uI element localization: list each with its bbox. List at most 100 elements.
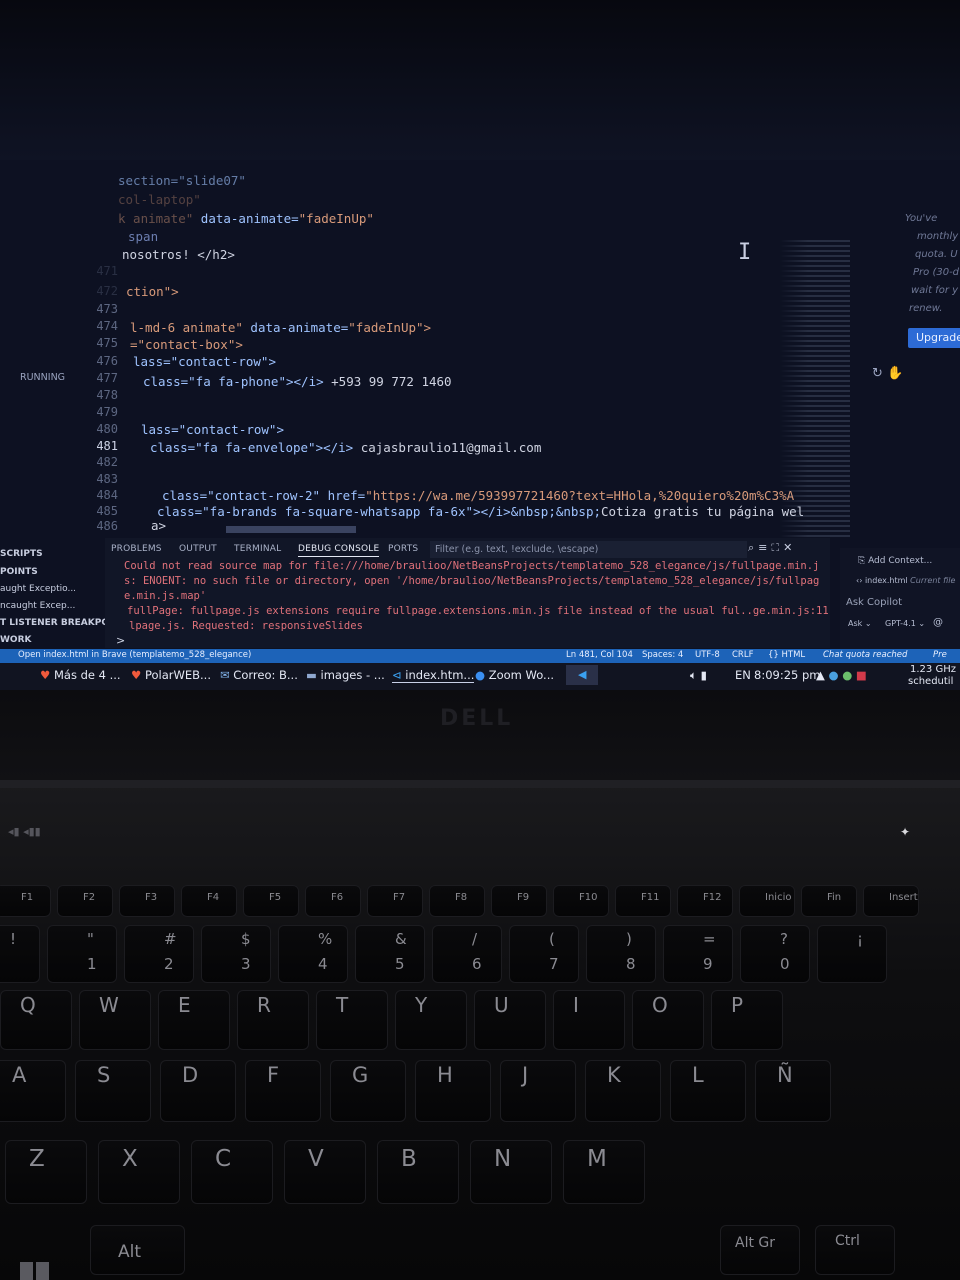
file-context-chip[interactable]: ‹› index.html Current file bbox=[856, 576, 955, 585]
cursor-position-status[interactable]: Ln 481, Col 104 bbox=[566, 650, 633, 660]
console-error-line: s: ENOENT: no such file or directory, op… bbox=[124, 575, 820, 587]
key-k[interactable] bbox=[585, 1060, 661, 1122]
key-e[interactable] bbox=[158, 990, 230, 1050]
key-b[interactable] bbox=[377, 1140, 459, 1204]
key-f[interactable] bbox=[245, 1060, 321, 1122]
key-i[interactable] bbox=[553, 990, 625, 1050]
thumbs-down-icon[interactable]: ✋ bbox=[887, 366, 903, 381]
number-key[interactable] bbox=[124, 925, 194, 983]
key-p[interactable] bbox=[711, 990, 783, 1050]
key-h[interactable] bbox=[415, 1060, 491, 1122]
current-line-number: 481 bbox=[96, 439, 118, 453]
sidebar-section[interactable]: SCRIPTS bbox=[0, 549, 43, 559]
number-key[interactable] bbox=[201, 925, 271, 983]
search-icon[interactable]: ⌕ bbox=[748, 541, 758, 554]
taskbar-item-images[interactable]: ▬ images - ... bbox=[306, 668, 385, 682]
taskbar-item-index-html[interactable]: ⊲ index.htm... bbox=[392, 668, 475, 683]
number-key[interactable] bbox=[817, 925, 887, 983]
key-q[interactable] bbox=[0, 990, 72, 1050]
close-icon[interactable]: ✕ bbox=[783, 541, 796, 554]
debug-filter-input[interactable]: Filter (e.g. text, !exclude, \escape) bbox=[430, 541, 747, 558]
taskbar-item-zoom[interactable]: ● Zoom Wo... bbox=[475, 668, 554, 682]
function-key-label: F9 bbox=[517, 892, 530, 903]
taskbar-item-label: PolarWEB... bbox=[144, 668, 211, 682]
tab-output[interactable]: OUTPUT bbox=[179, 544, 217, 554]
battery-icon[interactable]: ▮ bbox=[701, 668, 707, 682]
key-z[interactable] bbox=[5, 1140, 87, 1204]
number-key[interactable] bbox=[663, 925, 733, 983]
copilot-quota-status[interactable]: Chat quota reached bbox=[823, 650, 907, 660]
key-o[interactable] bbox=[632, 990, 704, 1050]
key-j[interactable] bbox=[500, 1060, 576, 1122]
copilot-ask-input[interactable]: Ask Copilot bbox=[846, 597, 902, 608]
language-status[interactable]: {} HTML bbox=[768, 650, 805, 660]
tab-problems[interactable]: PROBLEMS bbox=[111, 544, 162, 554]
volume-icon[interactable]: 🔈︎ bbox=[690, 668, 697, 682]
tab-debug-console[interactable]: DEBUG CONSOLE bbox=[298, 544, 380, 557]
check-icon[interactable]: ● bbox=[842, 668, 852, 682]
sidebar-item[interactable]: aught Exceptio... bbox=[0, 584, 76, 594]
key-x[interactable] bbox=[98, 1140, 180, 1204]
sidebar-section[interactable]: POINTS bbox=[0, 567, 38, 577]
console-prompt[interactable]: > bbox=[116, 634, 125, 647]
eol-status[interactable]: CRLF bbox=[732, 650, 753, 660]
clear-list-icon[interactable]: ≡ bbox=[758, 541, 771, 554]
clock[interactable]: 8:09:25 pm bbox=[754, 668, 821, 682]
key-l[interactable] bbox=[670, 1060, 746, 1122]
code-line: k animate" data-animate="fadeInUp" bbox=[118, 211, 374, 226]
key-t[interactable] bbox=[316, 990, 388, 1050]
mode-selector[interactable]: Ask ⌄ bbox=[848, 619, 872, 628]
windows-key-icon[interactable] bbox=[20, 1262, 50, 1280]
sidebar-section[interactable]: T LISTENER BREAKPO... bbox=[0, 618, 119, 628]
sidebar-section[interactable]: WORK bbox=[0, 635, 31, 645]
app-tray-icon[interactable]: ■ bbox=[856, 668, 867, 682]
mention-button[interactable]: @ bbox=[933, 617, 943, 628]
line-number: 480 bbox=[96, 422, 118, 436]
brave-icon: ♥ bbox=[40, 668, 54, 682]
encoding-status[interactable]: UTF-8 bbox=[695, 650, 720, 660]
key-a[interactable] bbox=[0, 1060, 66, 1122]
taskbar-item-polarweb[interactable]: ♥ PolarWEB... bbox=[131, 668, 211, 682]
keyboard-language[interactable]: EN bbox=[735, 668, 751, 682]
taskbar-item-brave-tabs[interactable]: ♥ Más de 4 ... bbox=[40, 668, 121, 682]
maximize-icon[interactable]: ⛶ bbox=[771, 541, 783, 554]
number-key[interactable] bbox=[47, 925, 117, 983]
key-c[interactable] bbox=[191, 1140, 273, 1204]
volume-buttons[interactable]: ◂▮ ◂▮▮ bbox=[0, 825, 68, 845]
model-selector[interactable]: GPT-4.1 ⌄ bbox=[885, 619, 925, 628]
minimap[interactable] bbox=[780, 240, 850, 540]
tab-terminal[interactable]: TERMINAL bbox=[234, 544, 281, 554]
key-v[interactable] bbox=[284, 1140, 366, 1204]
number-key[interactable] bbox=[0, 925, 40, 983]
key-label: J bbox=[522, 1063, 529, 1087]
sidebar-item[interactable]: ncaught Excep... bbox=[0, 601, 75, 611]
notification-bell-icon[interactable]: ▲ bbox=[816, 668, 825, 682]
file-chip-name: index.html bbox=[864, 576, 908, 585]
add-context-button[interactable]: ⎘ Add Context... bbox=[858, 556, 932, 566]
key-label: I bbox=[573, 993, 579, 1017]
key-y[interactable] bbox=[395, 990, 467, 1050]
key-s[interactable] bbox=[75, 1060, 151, 1122]
prerelease-status[interactable]: Pre bbox=[933, 650, 947, 660]
key-r[interactable] bbox=[237, 990, 309, 1050]
code-line: lass="contact-row"> bbox=[133, 354, 276, 369]
tab-ports[interactable]: PORTS bbox=[388, 544, 418, 554]
indentation-status[interactable]: Spaces: 4 bbox=[642, 650, 683, 660]
number-key[interactable] bbox=[278, 925, 348, 983]
number-key[interactable] bbox=[586, 925, 656, 983]
update-icon[interactable]: ● bbox=[829, 668, 839, 682]
retry-icon[interactable]: ↻ bbox=[872, 366, 883, 381]
open-in-browser-status[interactable]: Open index.html in Brave (templatemo_528… bbox=[18, 650, 251, 660]
taskbar-item-mail[interactable]: ✉ Correo: B... bbox=[220, 668, 298, 682]
number-key[interactable] bbox=[355, 925, 425, 983]
key-u[interactable] bbox=[474, 990, 546, 1050]
code-token: class="fa fa-phone"></i> bbox=[143, 374, 324, 389]
key-ñ[interactable] bbox=[755, 1060, 831, 1122]
number-key[interactable] bbox=[432, 925, 502, 983]
horizontal-scrollbar[interactable] bbox=[226, 526, 356, 533]
number-key[interactable] bbox=[509, 925, 579, 983]
key-label: D bbox=[182, 1063, 199, 1087]
number-key[interactable] bbox=[740, 925, 810, 983]
upgrade-button[interactable]: Upgrade bbox=[908, 328, 960, 348]
vscode-taskbar-button[interactable]: ◀ bbox=[566, 665, 598, 685]
